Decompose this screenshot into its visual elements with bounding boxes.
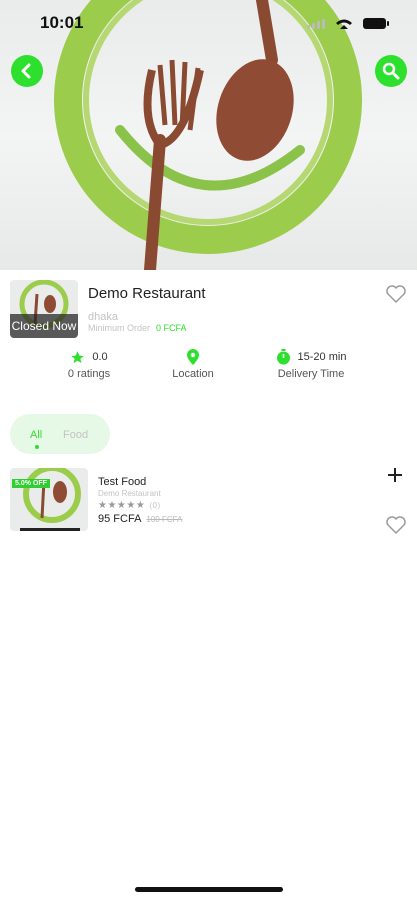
status-time: 10:01 (40, 13, 84, 32)
favorite-food-button[interactable] (385, 515, 407, 535)
rating-stat: 0.0 0 ratings (50, 348, 128, 380)
discount-badge: 5.0% OFF (12, 479, 50, 488)
heart-icon (386, 516, 406, 534)
tab-all[interactable]: All (30, 429, 42, 441)
signal-icon (307, 19, 325, 29)
closed-now-label: Closed Now (10, 314, 78, 338)
chevron-left-icon (21, 63, 31, 79)
food-item-restaurant: Demo Restaurant (98, 489, 161, 498)
delivery-time-label: Delivery Time (277, 368, 345, 380)
rating-stars: ★★★★★ (98, 500, 146, 511)
current-price: 95 FCFA (98, 513, 142, 525)
plus-icon (388, 468, 402, 482)
minimum-order-label: Minimum Order (88, 323, 151, 333)
star-icon (71, 350, 85, 363)
delivery-time-stat: 15-20 min Delivery Time (266, 348, 356, 380)
food-item-image[interactable]: 5.0% OFF (10, 468, 88, 531)
delivery-time-value: 15-20 min (297, 351, 347, 363)
search-button[interactable] (375, 55, 407, 87)
minimum-order-value: 0 FCFA (156, 323, 187, 333)
restaurant-name: Demo Restaurant (88, 285, 206, 302)
restaurant-location: dhaka (88, 311, 118, 323)
location-label: Location (172, 368, 214, 380)
restaurant-thumbnail: Closed Now (10, 280, 78, 338)
minimum-order: Minimum Order 0 FCFA (88, 323, 187, 333)
hero-banner: 10:01 (0, 0, 417, 270)
rating-count: 0 ratings (67, 368, 111, 380)
wifi-icon (336, 19, 352, 29)
category-tabs: All Food (10, 414, 110, 454)
rating-value: 0.0 (92, 351, 108, 363)
timer-icon (276, 349, 290, 365)
original-price: 100 FCFA (146, 515, 183, 524)
home-indicator[interactable] (135, 887, 283, 892)
status-icons (307, 14, 393, 32)
food-item-rating: ★★★★★ (0) (98, 500, 161, 511)
battery-icon (363, 18, 389, 29)
favorite-restaurant-button[interactable] (385, 284, 407, 304)
tab-food[interactable]: Food (63, 429, 88, 441)
heart-icon (386, 285, 406, 303)
rating-count: (0) (149, 501, 161, 510)
search-icon (382, 62, 400, 80)
food-item-name[interactable]: Test Food (98, 476, 146, 488)
status-bar: 10:01 (0, 0, 417, 44)
add-to-cart-button[interactable] (385, 465, 405, 485)
food-item-price: 95 FCFA 100 FCFA (98, 513, 182, 525)
location-pin-icon (187, 349, 199, 365)
back-button[interactable] (11, 55, 43, 87)
location-stat[interactable]: Location (158, 348, 228, 380)
active-tab-indicator (35, 445, 39, 449)
